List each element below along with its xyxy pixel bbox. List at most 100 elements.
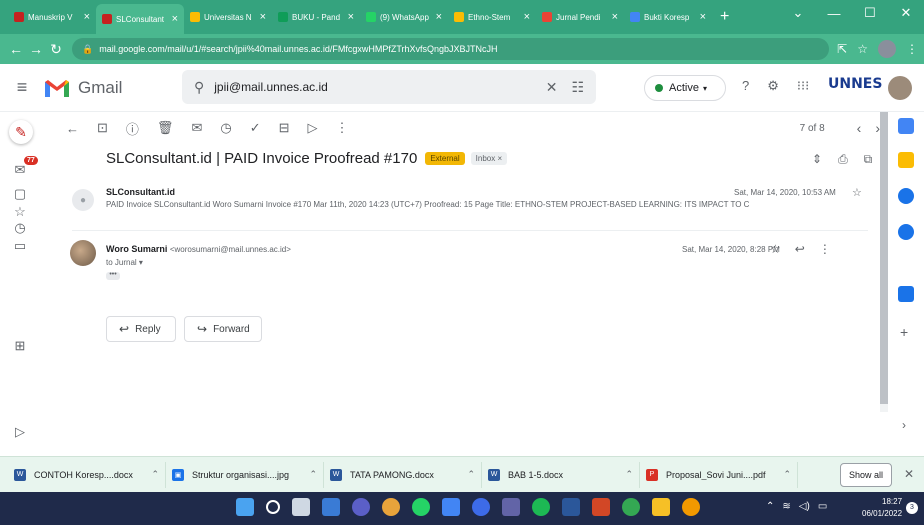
widgets-icon[interactable] xyxy=(322,498,340,516)
share-icon[interactable]: ⇱ xyxy=(837,42,847,56)
file-explorer-icon[interactable] xyxy=(652,498,670,516)
apps-grid-icon[interactable]: ⁝⁝⁝ xyxy=(797,78,809,94)
gmail-logo[interactable]: Gmail xyxy=(44,78,122,98)
chevron-up-icon[interactable]: ⌃ xyxy=(467,469,475,480)
search-icon[interactable] xyxy=(266,500,280,514)
search-icon[interactable]: ⚲ xyxy=(194,79,204,96)
chrome-icon[interactable] xyxy=(682,498,700,516)
close-tab-icon[interactable]: × xyxy=(84,11,90,23)
starred-icon[interactable]: ☆ xyxy=(0,204,40,220)
browser-tab[interactable]: Ethno-Stem × xyxy=(448,4,536,30)
tasks-icon[interactable] xyxy=(898,188,914,204)
reload-icon[interactable]: ↻ xyxy=(46,41,66,58)
chevron-up-icon[interactable]: ⌃ xyxy=(309,469,317,480)
reply-button[interactable]: ↩ Reply xyxy=(106,316,176,342)
add-task-icon[interactable]: ✓ xyxy=(250,120,261,136)
forward-arrow-icon[interactable]: → xyxy=(26,41,46,57)
more-options-icon[interactable]: ⋮ xyxy=(819,242,831,256)
search-options-icon[interactable]: ☷ xyxy=(571,79,584,96)
chat-app-icon[interactable] xyxy=(352,498,370,516)
browser-tab[interactable]: SLConsultant × xyxy=(96,4,184,34)
close-shelf-icon[interactable]: ✕ xyxy=(904,467,914,481)
chevron-up-icon[interactable]: ⌃ xyxy=(783,469,791,480)
star-icon[interactable]: ☆ xyxy=(852,186,862,199)
more-options-icon[interactable]: ⋮ xyxy=(336,120,349,136)
inbox-label[interactable]: Inbox × xyxy=(470,152,508,165)
status-selector[interactable]: Active ▾ xyxy=(644,75,726,101)
back-arrow-icon[interactable]: ← xyxy=(6,41,26,57)
report-spam-icon[interactable]: ⓘ xyxy=(126,119,139,138)
meet-icon[interactable]: ⊞ xyxy=(0,338,40,354)
settings-gear-icon[interactable]: ⚙ xyxy=(767,78,779,94)
star-icon[interactable]: ☆ xyxy=(770,242,781,256)
chevron-down-icon[interactable]: ⌄ xyxy=(780,0,816,26)
close-tab-icon[interactable]: × xyxy=(436,11,442,23)
bookmark-star-icon[interactable]: ☆ xyxy=(857,42,868,56)
move-to-icon[interactable]: ⊟ xyxy=(279,120,290,136)
main-menu-icon[interactable]: ≡ xyxy=(4,77,40,98)
browser-menu-icon[interactable]: ⋮ xyxy=(906,42,918,56)
snooze-icon[interactable]: ◷ xyxy=(220,120,231,136)
wifi-icon[interactable]: ≋ xyxy=(782,501,790,512)
expand-panel-icon[interactable]: › xyxy=(902,418,906,432)
meet-addon-icon[interactable] xyxy=(898,286,914,302)
chat-icon[interactable]: ▢ xyxy=(0,186,40,202)
calendar-icon[interactable] xyxy=(898,118,914,134)
delete-trash-icon[interactable]: 🗑 xyxy=(157,120,174,136)
forward-button[interactable]: ↪ Forward xyxy=(184,316,262,342)
show-trimmed-content-button[interactable]: ••• xyxy=(106,271,120,280)
clear-search-icon[interactable]: ✕ xyxy=(546,79,558,96)
word-icon[interactable] xyxy=(562,498,580,516)
print-icon[interactable]: ⎙ xyxy=(838,152,848,167)
contacts-icon[interactable] xyxy=(898,224,914,240)
download-item[interactable]: W CONTOH Koresp....docx ⌃ xyxy=(8,461,166,488)
reply-arrow-icon[interactable]: ↩ xyxy=(795,242,805,256)
spotify-icon[interactable] xyxy=(532,498,550,516)
browser-profile-avatar[interactable] xyxy=(878,40,896,58)
browser-tab[interactable]: BUKU - Pand × xyxy=(272,4,360,30)
search-input[interactable]: jpii@mail.unnes.ac.id xyxy=(214,80,531,94)
show-all-downloads-button[interactable]: Show all xyxy=(840,463,893,487)
browser-tab[interactable]: Jurnal Pendi × xyxy=(536,4,624,30)
close-tab-icon[interactable]: × xyxy=(260,11,266,23)
system-clock[interactable]: 18:27 06/01/2022 xyxy=(862,496,902,520)
notification-count[interactable]: 3 xyxy=(906,502,918,514)
archive-icon[interactable]: ⊡ xyxy=(97,120,108,136)
task-view-icon[interactable] xyxy=(292,498,310,516)
download-item[interactable]: W BAB 1-5.docx ⌃ xyxy=(482,461,640,488)
get-addons-icon[interactable]: + xyxy=(900,324,908,340)
download-item[interactable]: W TATA PAMONG.docx ⌃ xyxy=(324,461,482,488)
browser-tab[interactable]: Manuskrip V × xyxy=(8,4,96,30)
acrobat-icon[interactable] xyxy=(592,498,610,516)
maximize-button[interactable]: ☐ xyxy=(852,0,888,26)
recipients-toggle[interactable]: to Jurnal ▾ xyxy=(106,258,143,267)
organization-logo[interactable]: UNNES xyxy=(828,76,882,92)
message-sender[interactable]: SLConsultant.id xyxy=(106,187,175,197)
close-tab-icon[interactable]: × xyxy=(612,11,618,23)
video-call-icon[interactable]: ▷ xyxy=(0,424,40,440)
close-tab-icon[interactable]: × xyxy=(524,11,530,23)
download-item[interactable]: ▣ Struktur organisasi....jpg ⌃ xyxy=(166,461,324,488)
prev-message-icon[interactable]: ‹ xyxy=(857,120,862,136)
back-to-list-icon[interactable]: ← xyxy=(66,121,79,136)
browser-tab[interactable]: Bukti Koresp × xyxy=(624,4,712,30)
close-tab-icon[interactable]: × xyxy=(172,13,178,25)
expand-all-icon[interactable]: ⇕ xyxy=(812,152,822,167)
volume-icon[interactable]: ◁) xyxy=(799,501,810,512)
chevron-up-icon[interactable]: ⌃ xyxy=(151,469,159,480)
snoozed-clock-icon[interactable]: ◷ xyxy=(0,220,40,236)
compose-button[interactable]: ✎ xyxy=(9,120,33,144)
open-new-window-icon[interactable]: ⧉ xyxy=(864,152,873,167)
chrome-icon[interactable] xyxy=(382,498,400,516)
label-as-icon[interactable]: ▷ xyxy=(308,120,318,136)
url-field[interactable]: 🔒 mail.google.com/mail/u/1/#search/jpii%… xyxy=(72,38,830,60)
close-tab-icon[interactable]: × xyxy=(700,11,706,23)
browser-tab[interactable]: (9) WhatsApp × xyxy=(360,4,448,30)
close-window-button[interactable]: ✕ xyxy=(888,0,924,26)
download-item[interactable]: P Proposal_Sovi Juni....pdf ⌃ xyxy=(640,461,798,488)
app-icon[interactable] xyxy=(442,498,460,516)
battery-icon[interactable]: ▭ xyxy=(818,501,827,512)
chevron-up-icon[interactable]: ⌃ xyxy=(766,501,774,512)
help-icon[interactable]: ? xyxy=(742,78,749,94)
minimize-button[interactable]: — xyxy=(816,0,852,26)
